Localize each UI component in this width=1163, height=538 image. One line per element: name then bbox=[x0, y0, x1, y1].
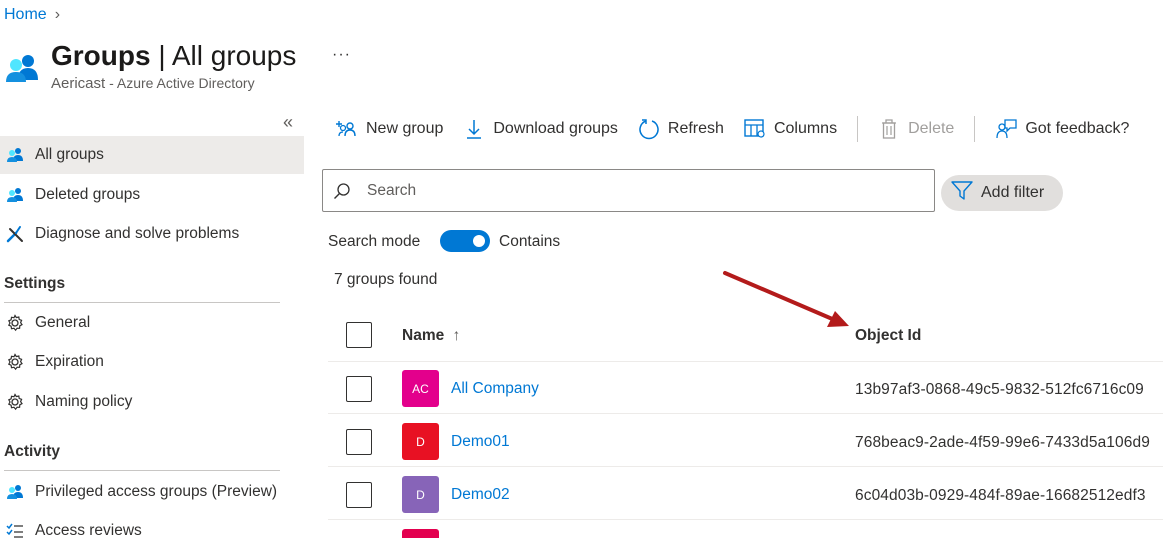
divider bbox=[4, 302, 280, 303]
page-title-separator: | bbox=[150, 40, 172, 71]
sidebar-item-expiration[interactable]: Expiration bbox=[0, 343, 304, 381]
gear-icon bbox=[5, 352, 25, 372]
page-title-main: Groups bbox=[51, 40, 151, 71]
delete-label: Delete bbox=[908, 120, 955, 137]
select-all-checkbox[interactable] bbox=[346, 322, 372, 348]
refresh-label: Refresh bbox=[667, 120, 724, 137]
sidebar-item-access-reviews[interactable]: Access reviews bbox=[0, 512, 304, 538]
sidebar-item-diagnose[interactable]: Diagnose and solve problems bbox=[0, 215, 304, 253]
breadcrumb: Home › bbox=[4, 6, 60, 24]
object-id-value: 768beac9-2ade-4f59-99e6-7433d5a106d9 bbox=[855, 434, 1150, 451]
delete-button[interactable]: Delete bbox=[878, 118, 954, 140]
annotation-arrow-icon bbox=[723, 271, 849, 327]
groups-icon bbox=[5, 185, 25, 205]
filter-icon bbox=[951, 180, 973, 206]
columns-icon bbox=[744, 118, 766, 140]
collapse-sidebar-button[interactable]: « bbox=[283, 112, 293, 133]
toolbar-divider bbox=[974, 116, 976, 142]
row-divider bbox=[328, 413, 1163, 414]
row-divider bbox=[328, 361, 1163, 362]
settings-heading: Settings bbox=[4, 275, 66, 292]
directory-name: - Azure Active Directory bbox=[105, 75, 255, 91]
sidebar-item-label: All groups bbox=[35, 146, 104, 163]
columns-button[interactable]: Columns bbox=[744, 118, 837, 140]
toggle-knob bbox=[473, 235, 485, 247]
download-groups-label: Download groups bbox=[493, 120, 618, 137]
checklist-icon bbox=[5, 521, 25, 538]
search-icon bbox=[333, 182, 353, 200]
object-id-column-header[interactable]: Object Id bbox=[855, 327, 921, 345]
gear-icon bbox=[5, 392, 25, 412]
search-mode-value: Contains bbox=[499, 233, 561, 250]
row-checkbox[interactable] bbox=[346, 429, 372, 455]
groups-icon bbox=[5, 145, 25, 165]
sidebar-item-label: Privileged access groups (Preview) bbox=[35, 483, 278, 500]
breadcrumb-home-link[interactable]: Home bbox=[4, 6, 47, 24]
sidebar-item-label: Expiration bbox=[35, 353, 104, 370]
page-title-sub: All groups bbox=[171, 40, 297, 71]
group-avatar: D bbox=[402, 476, 439, 513]
divider bbox=[4, 470, 280, 471]
feedback-button[interactable]: Got feedback? bbox=[995, 118, 1129, 140]
groups-icon bbox=[5, 482, 25, 502]
refresh-button[interactable]: Refresh bbox=[638, 118, 724, 140]
gear-icon bbox=[5, 313, 25, 333]
download-groups-button[interactable]: Download groups bbox=[463, 118, 618, 140]
sidebar-item-naming-policy[interactable]: Naming policy bbox=[0, 383, 304, 421]
add-group-icon bbox=[336, 118, 358, 140]
result-count: 7 groups found bbox=[334, 271, 438, 288]
columns-label: Columns bbox=[773, 120, 838, 137]
add-filter-button[interactable]: Add filter bbox=[941, 175, 1063, 211]
sidebar-item-label: General bbox=[35, 314, 91, 331]
feedback-icon bbox=[995, 118, 1017, 140]
name-column-label: Name bbox=[402, 327, 445, 344]
sidebar-item-label: Access reviews bbox=[35, 522, 142, 538]
search-mode-toggle[interactable] bbox=[440, 230, 490, 252]
row-divider bbox=[328, 466, 1163, 467]
page-title: Groups | All groups bbox=[51, 40, 296, 72]
sidebar-item-deleted-groups[interactable]: Deleted groups bbox=[0, 176, 304, 214]
refresh-icon bbox=[638, 118, 660, 140]
sidebar-item-general[interactable]: General bbox=[0, 304, 304, 342]
sidebar-item-privileged-access[interactable]: Privileged access groups (Preview) bbox=[0, 473, 304, 511]
feedback-label: Got feedback? bbox=[1025, 120, 1130, 137]
toolbar-divider bbox=[857, 116, 859, 142]
new-group-button[interactable]: New group bbox=[336, 118, 443, 140]
row-checkbox[interactable] bbox=[346, 482, 372, 508]
search-mode-label: Search mode bbox=[328, 233, 421, 250]
sort-ascending-icon: ↑ bbox=[452, 327, 461, 344]
group-name-link[interactable]: All Company bbox=[451, 380, 539, 398]
search-input[interactable] bbox=[367, 181, 907, 200]
group-name-link[interactable]: Demo01 bbox=[451, 433, 510, 451]
search-box bbox=[322, 169, 935, 212]
page-subtitle: Aericast - Azure Active Directory bbox=[51, 75, 255, 92]
new-group-label: New group bbox=[366, 120, 444, 137]
row-checkbox[interactable] bbox=[346, 376, 372, 402]
tenant-name: Aericast bbox=[51, 75, 106, 92]
group-avatar: D bbox=[402, 423, 439, 460]
name-column-header[interactable]: Name ↑ bbox=[402, 327, 460, 345]
wrench-icon bbox=[5, 224, 25, 244]
download-icon bbox=[463, 118, 485, 140]
sidebar-item-all-groups[interactable]: All groups bbox=[0, 136, 304, 174]
object-id-value: 6c04d03b-0929-484f-89ae-16682512edf3 bbox=[855, 487, 1146, 504]
sidebar-item-label: Naming policy bbox=[35, 393, 133, 410]
group-avatar bbox=[402, 529, 439, 538]
group-avatar: AC bbox=[402, 370, 439, 407]
add-filter-label: Add filter bbox=[981, 184, 1045, 201]
object-id-value: 13b97af3-0868-49c5-9832-512fc6716c09 bbox=[855, 381, 1144, 398]
sidebar-item-label: Deleted groups bbox=[35, 186, 141, 203]
row-divider bbox=[328, 519, 1163, 520]
command-bar: New group Download groups Refresh Column… bbox=[336, 114, 1149, 144]
trash-icon bbox=[878, 118, 900, 140]
group-name-link[interactable]: Demo02 bbox=[451, 486, 510, 504]
breadcrumb-separator: › bbox=[54, 6, 61, 23]
groups-icon bbox=[6, 55, 38, 82]
sidebar-item-label: Diagnose and solve problems bbox=[35, 225, 240, 242]
more-options-button[interactable]: ··· bbox=[332, 46, 351, 64]
activity-heading: Activity bbox=[4, 443, 60, 460]
